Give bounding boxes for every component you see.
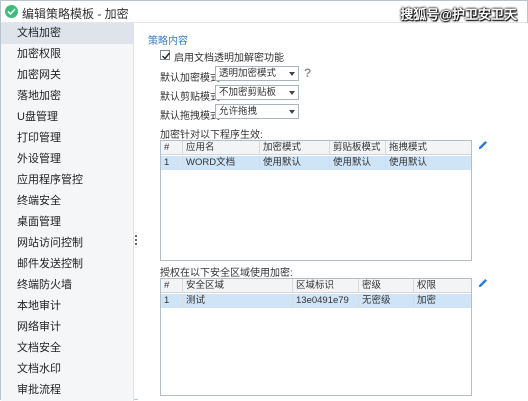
sidebar-item-usb-management[interactable]: U盘管理 [1, 107, 133, 128]
column-header[interactable]: # [161, 141, 183, 155]
sidebar-item-encryption-permissions[interactable]: 加密权限 [1, 44, 133, 65]
sidebar-item-approval-flow[interactable]: 审批流程 [1, 380, 133, 401]
default-drag-mode-select[interactable]: 允许拖拽 [215, 104, 299, 119]
column-header[interactable]: 加密模式 [260, 141, 330, 155]
column-header[interactable]: # [161, 279, 183, 293]
sidebar-item-desktop-management[interactable]: 桌面管理 [1, 212, 133, 233]
policy-content-panel: 策略内容 启用文档透明加解密功能 默认加密模式 透明加密模式 ? 默认剪贴模式 … [138, 23, 528, 401]
sidebar-item-encryption-gateway[interactable]: 加密网关 [1, 65, 133, 86]
table-cell: 1 [161, 294, 183, 308]
policy-template-window: 编辑策略模板 - 加密 搜狐号@护卫安卫天 文档加密 加密权限 加密网关 落地加… [0, 0, 528, 401]
app-table-header: # 应用名 加密模式 剪贴板模式 拖拽模式 [161, 141, 471, 155]
table-cell: 无密级 [359, 294, 414, 308]
column-header[interactable]: 安全区域 [183, 279, 293, 293]
column-header[interactable]: 权限 [414, 279, 471, 293]
chevron-down-icon [289, 72, 295, 76]
column-header[interactable]: 区域标识 [293, 279, 359, 293]
default-clipboard-mode-value: 不加密剪贴板 [219, 87, 277, 98]
title-bar: 编辑策略模板 - 加密 搜狐号@护卫安卫天 [1, 1, 527, 23]
zone-table-header: # 安全区域 区域标识 密级 权限 [161, 279, 471, 293]
chevron-down-icon [289, 91, 295, 95]
sidebar-item-document-security[interactable]: 文档安全 [1, 338, 133, 359]
default-encryption-mode-select[interactable]: 透明加密模式 [215, 66, 299, 81]
default-clipboard-mode-select[interactable]: 不加密剪贴板 [215, 85, 299, 100]
sidebar-item-document-encryption[interactable]: 文档加密 [1, 23, 133, 44]
sidebar-item-mail-send-control[interactable]: 邮件发送控制 [1, 254, 133, 275]
table-cell: WORD文档 [183, 156, 260, 170]
app-logo-icon [5, 5, 18, 18]
question-icon[interactable]: ? [304, 66, 311, 80]
default-drag-mode-value: 允许拖拽 [219, 106, 258, 117]
sidebar-item-endpoint-security[interactable]: 终端安全 [1, 191, 133, 212]
column-header[interactable]: 剪贴板模式 [330, 141, 386, 155]
enable-encryption-label: 启用文档透明加解密功能 [174, 53, 284, 64]
sidebar-item-app-control[interactable]: 应用程序管控 [1, 170, 133, 191]
sidebar-item-document-watermark[interactable]: 文档水印 [1, 359, 133, 380]
sidebar-item-landing-encryption[interactable]: 落地加密 [1, 86, 133, 107]
default-drag-mode-label: 默认拖拽模式 [160, 111, 220, 122]
sidebar-item-peripheral-management[interactable]: 外设管理 [1, 149, 133, 170]
watermark-text: 搜狐号@护卫安卫天 [400, 7, 517, 22]
table-cell: 使用默认 [330, 156, 386, 170]
sidebar-item-print-management[interactable]: 打印管理 [1, 128, 133, 149]
default-encryption-mode-label: 默认加密模式 [160, 73, 220, 84]
chevron-down-icon [289, 110, 295, 114]
column-header[interactable]: 拖拽模式 [386, 141, 471, 155]
table-cell: 测试 [183, 294, 293, 308]
pencil-icon[interactable] [477, 139, 489, 151]
zone-table-caption: 授权在以下安全区域使用加密: [160, 268, 293, 279]
app-table-caption: 加密针对以下程序生效: [160, 130, 263, 141]
default-clipboard-mode-label: 默认剪贴模式 [160, 92, 220, 103]
pencil-icon[interactable] [477, 277, 489, 289]
app-table: # 应用名 加密模式 剪贴板模式 拖拽模式 1 WORD文档 使用默认 使用默认… [160, 140, 472, 261]
enable-encryption-checkbox[interactable] [160, 50, 171, 60]
column-header[interactable]: 密级 [359, 279, 414, 293]
table-cell: 1 [161, 156, 183, 170]
sidebar-item-network-audit[interactable]: 网络审计 [1, 317, 133, 338]
table-row[interactable]: 1 测试 13e0491e79 无密级 加密 [161, 294, 471, 308]
checkmark-icon [162, 52, 171, 60]
table-cell: 使用默认 [389, 157, 428, 168]
zone-table: # 安全区域 区域标识 密级 权限 1 测试 13e0491e79 无密级 加密 [160, 278, 472, 396]
section-title: 策略内容 [148, 36, 188, 47]
table-cell: 13e0491e79 [293, 294, 359, 308]
table-cell: 加密 [417, 295, 437, 306]
default-encryption-mode-value: 透明加密模式 [219, 68, 277, 79]
sidebar-item-local-audit[interactable]: 本地审计 [1, 296, 133, 317]
table-row[interactable]: 1 WORD文档 使用默认 使用默认 使用默认 [161, 156, 471, 170]
table-cell: 使用默认 [260, 156, 330, 170]
sidebar: 文档加密 加密权限 加密网关 落地加密 U盘管理 打印管理 外设管理 应用程序管… [1, 23, 134, 401]
window-title: 编辑策略模板 - 加密 [22, 7, 129, 21]
column-header[interactable]: 应用名 [183, 141, 260, 155]
sidebar-item-endpoint-firewall[interactable]: 终端防火墙 [1, 275, 133, 296]
sidebar-item-web-access-control[interactable]: 网站访问控制 [1, 233, 133, 254]
